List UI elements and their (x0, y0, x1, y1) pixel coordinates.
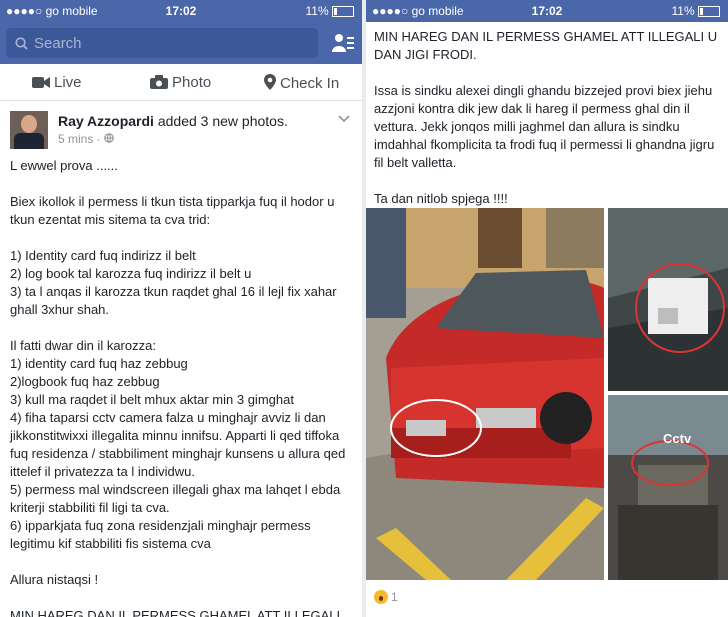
check-in-label: Check In (280, 75, 340, 92)
avatar[interactable] (10, 111, 48, 149)
search-icon (15, 37, 28, 50)
author-name[interactable]: Ray Azzopardi (58, 113, 154, 129)
battery-icon (332, 6, 354, 18)
status-bar: ●●●●○ go mobile 17:02 11% (366, 0, 728, 22)
post-text-continued: MIN HAREG DAN IL PERMESS GHAMEL ATT ILLE… (374, 29, 718, 206)
post-meta: 5 mins · (58, 132, 114, 146)
search-bar: Search (0, 22, 362, 64)
composer-actions: Live Photo Check In (0, 64, 362, 101)
video-camera-icon (32, 77, 50, 88)
friend-requests-icon[interactable] (332, 33, 354, 53)
camera-icon (150, 75, 168, 89)
battery-percent: 11% (305, 4, 329, 18)
battery-percent: 11% (671, 4, 695, 18)
photo-cctv-camera[interactable]: Cctv (608, 395, 728, 580)
photo-red-car[interactable] (366, 208, 604, 580)
photo-windscreen-permit[interactable] (608, 208, 728, 391)
chevron-down-icon[interactable] (338, 115, 350, 123)
battery-icon (698, 6, 720, 18)
battery-indicator: 11% (306, 4, 354, 18)
photo-button[interactable]: Photo (150, 74, 211, 91)
search-placeholder: Search (34, 35, 82, 52)
reaction-summary[interactable]: 1 (374, 590, 398, 604)
location-pin-icon (264, 74, 276, 90)
live-button[interactable]: Live (32, 74, 82, 91)
live-label: Live (54, 74, 82, 91)
search-input[interactable]: Search (6, 28, 318, 58)
post-text: L ewwel prova ...... Biex ikollok il per… (10, 158, 346, 617)
post-action: added 3 new photos. (157, 113, 288, 129)
post-time[interactable]: 5 mins · (58, 132, 104, 146)
status-bar: ●●●●○ go mobile 17:02 11% (0, 0, 362, 22)
reaction-count: 1 (391, 590, 398, 604)
check-in-button[interactable]: Check In (264, 74, 339, 92)
battery-indicator: 11% (672, 4, 720, 18)
post-header: Ray Azzopardi added 3 new photos. (58, 113, 288, 129)
public-globe-icon (104, 133, 114, 143)
photo-label: Photo (172, 74, 212, 91)
wow-reaction-icon (374, 590, 388, 604)
post-text-continued-block: MIN HAREG DAN IL PERMESS GHAMEL ATT ILLE… (366, 22, 728, 212)
left-screen: ●●●●○ go mobile 17:02 11% Search Live Ph… (0, 0, 362, 617)
cctv-label: Cctv (663, 431, 692, 446)
right-screen: ●●●●○ go mobile 17:02 11% MIN HAREG DAN … (366, 0, 728, 617)
